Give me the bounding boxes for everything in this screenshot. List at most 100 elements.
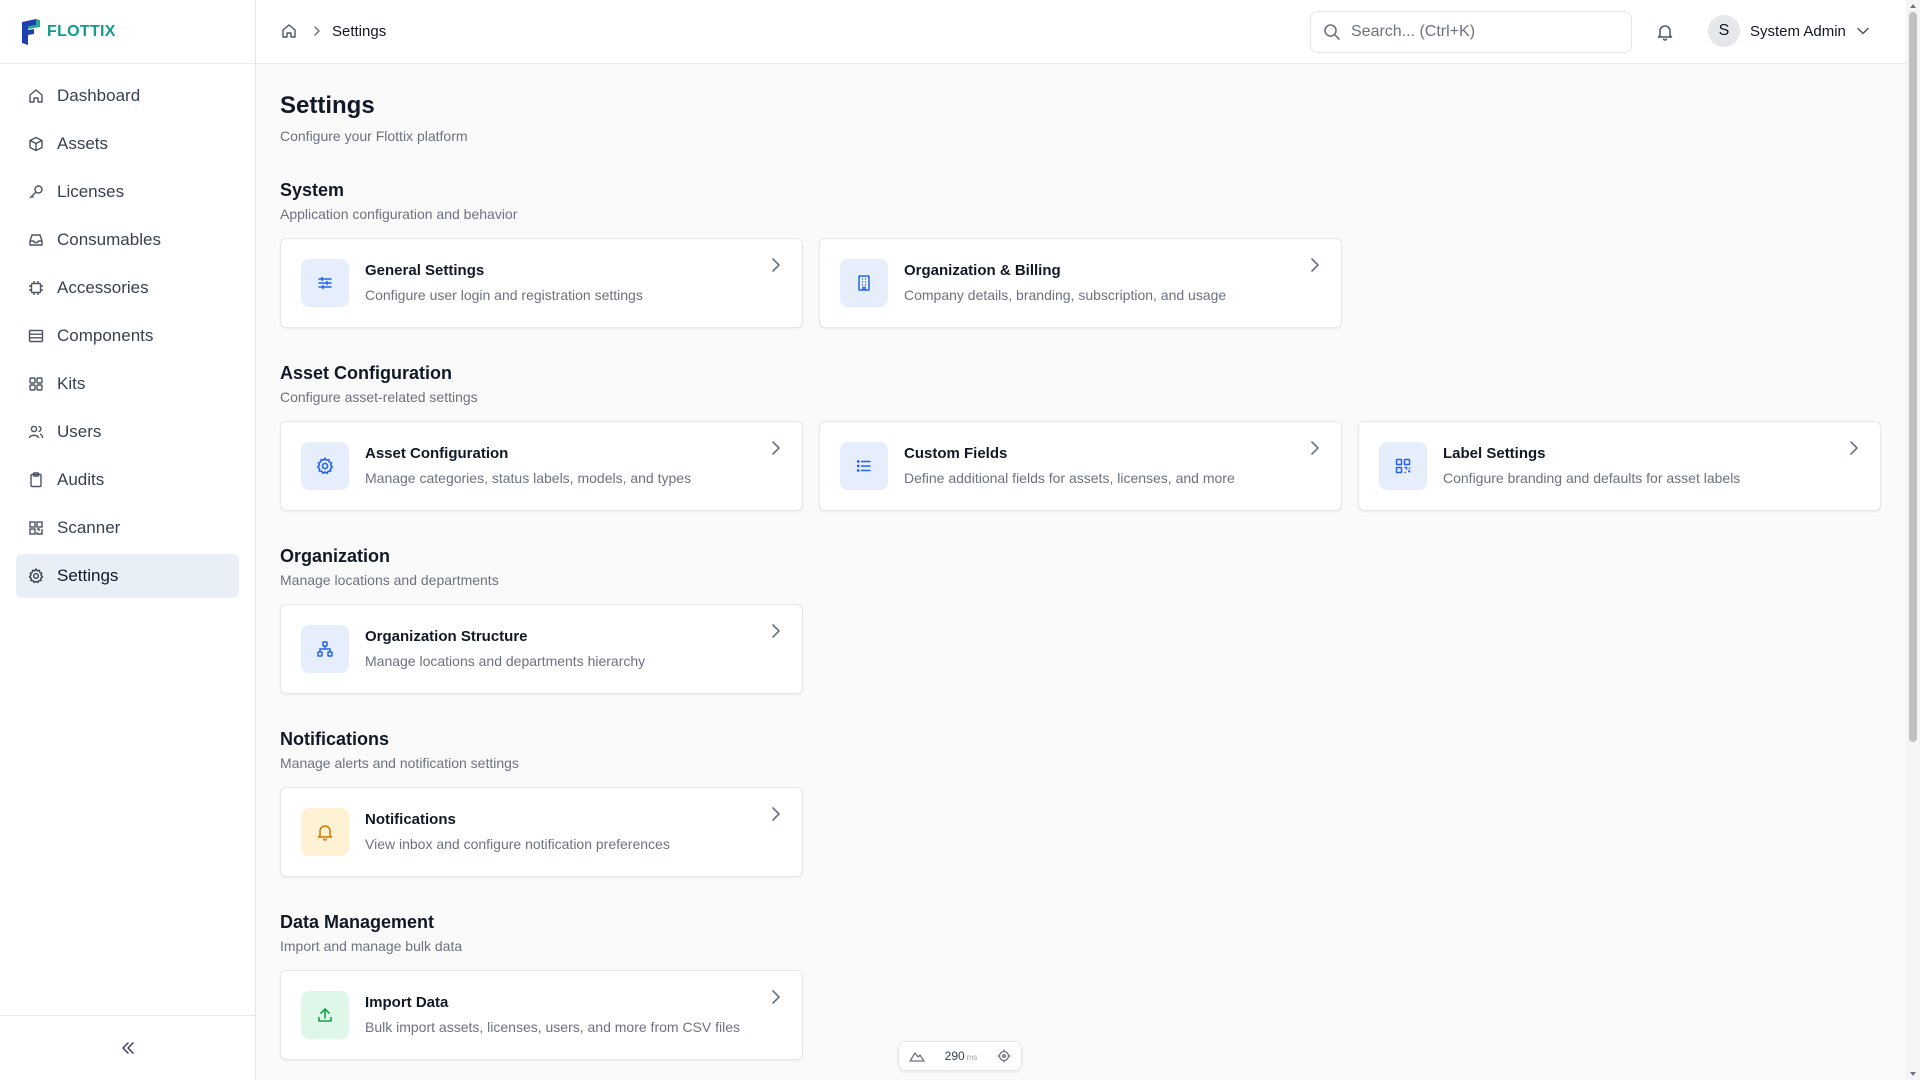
card-description: Bulk import assets, licenses, users, and…	[365, 1019, 741, 1035]
key-icon	[27, 183, 45, 201]
section-description: Manage locations and departments	[280, 572, 499, 588]
section-title: Data Management	[280, 912, 435, 932]
sidebar-item-components[interactable]: Components	[16, 314, 239, 358]
sidebar-item-settings[interactable]: Settings	[16, 554, 239, 598]
chevron-right-icon	[1309, 257, 1321, 273]
organization-billing-card[interactable]: Organization & Billing Company details, …	[819, 238, 1342, 328]
card-description: Define additional fields for assets, lic…	[904, 470, 1235, 486]
sidebar-item-label: Dashboard	[57, 86, 141, 105]
card-title: Custom Fields	[904, 445, 1008, 462]
card-title: Import Data	[365, 994, 449, 1011]
chevrons-left-icon	[121, 1042, 134, 1054]
sidebar-item-kits[interactable]: Kits	[16, 362, 239, 406]
cpu-icon	[27, 279, 45, 297]
search-input[interactable]	[1351, 23, 1621, 41]
general-settings-card[interactable]: General Settings Configure user login an…	[280, 238, 803, 328]
card-description: Configure branding and defaults for asse…	[1443, 470, 1741, 486]
sidebar-item-label: Users	[57, 422, 102, 441]
label-settings-card[interactable]: Label Settings Configure branding and de…	[1358, 421, 1881, 511]
section-title: Notifications	[280, 729, 390, 749]
notifications-button[interactable]	[1653, 20, 1677, 44]
chevron-right-icon	[770, 623, 782, 639]
card-title: General Settings	[365, 262, 485, 279]
brand[interactable]: FLOTTIX	[0, 0, 255, 64]
bell-icon	[301, 808, 349, 856]
card-description: Manage locations and departments hierarc…	[365, 653, 646, 669]
card-description: View inbox and configure notification pr…	[365, 836, 670, 852]
sidebar-footer	[0, 1015, 255, 1080]
sidebar-item-assets[interactable]: Assets	[16, 122, 239, 166]
page-subtitle: Configure your Flottix platform	[280, 128, 468, 144]
sidebar-item-consumables[interactable]: Consumables	[16, 218, 239, 262]
server-icon	[27, 327, 45, 345]
chevron-right-icon	[770, 989, 782, 1005]
dev-performance-badge[interactable]: 290 ms	[898, 1041, 1022, 1071]
import-data-card[interactable]: Import Data Bulk import assets, licenses…	[280, 970, 803, 1060]
chevron-down-icon	[1856, 24, 1870, 38]
notifications-card[interactable]: Notifications View inbox and configure n…	[280, 787, 803, 877]
organization-structure-card[interactable]: Organization Structure Manage locations …	[280, 604, 803, 694]
sidebar-item-label: Consumables	[57, 230, 161, 249]
sidebar-item-label: Components	[57, 326, 154, 345]
qr-code-icon	[1379, 442, 1427, 490]
qr-scan-icon	[27, 519, 45, 537]
avatar: S	[1708, 15, 1740, 47]
cube-icon	[27, 135, 45, 153]
section-description: Manage alerts and notification settings	[280, 755, 519, 771]
asset-configuration-card[interactable]: Asset Configuration Manage categories, s…	[280, 421, 803, 511]
render-time: 290 ms	[944, 1049, 978, 1063]
card-description: Company details, branding, subscription,…	[904, 287, 1227, 303]
gear-icon	[27, 567, 45, 585]
scroll-down-arrow-icon[interactable]	[1909, 1070, 1917, 1078]
sidebar-item-users[interactable]: Users	[16, 410, 239, 454]
clipboard-icon	[27, 471, 45, 489]
user-menu[interactable]: S System Admin	[1708, 15, 1870, 47]
custom-fields-card[interactable]: Custom Fields Define additional fields f…	[819, 421, 1342, 511]
card-title: Organization Structure	[365, 628, 528, 645]
scroll-up-arrow-icon[interactable]	[1909, 2, 1917, 10]
chevron-right-icon	[1848, 440, 1860, 456]
sidebar-item-label: Licenses	[57, 182, 125, 201]
chevron-right-icon	[1309, 440, 1321, 456]
breadcrumb-current: Settings	[332, 22, 387, 40]
chevron-right-icon	[770, 257, 782, 273]
sidebar-item-dashboard[interactable]: Dashboard	[16, 74, 239, 118]
crosshair-icon	[997, 1049, 1011, 1063]
section-data-management: Data Management Import and manage bulk d…	[280, 912, 1906, 1060]
breadcrumb-home-link[interactable]	[280, 22, 298, 40]
sliders-icon	[301, 259, 349, 307]
inbox-icon	[27, 231, 45, 249]
card-title: Organization & Billing	[904, 262, 1061, 279]
card-title: Asset Configuration	[365, 445, 509, 462]
bell-icon	[1657, 25, 1673, 41]
sidebar-item-licenses[interactable]: Licenses	[16, 170, 239, 214]
section-description: Application configuration and behavior	[280, 206, 518, 222]
section-notifications: Notifications Manage alerts and notifica…	[280, 729, 1906, 877]
upload-icon	[301, 991, 349, 1039]
gear-icon	[301, 442, 349, 490]
building-icon	[840, 259, 888, 307]
chevron-right-icon	[770, 440, 782, 456]
sidebar-item-label: Assets	[57, 134, 109, 153]
user-name: System Admin	[1750, 22, 1846, 40]
search-box[interactable]	[1310, 11, 1632, 53]
section-title: Asset Configuration	[280, 363, 453, 383]
page-scrollbar[interactable]	[1906, 0, 1920, 1080]
section-description: Import and manage bulk data	[280, 938, 463, 954]
card-title: Label Settings	[1443, 445, 1546, 462]
sidebar-item-audits[interactable]: Audits	[16, 458, 239, 502]
card-description: Configure user login and registration se…	[365, 287, 643, 303]
chevron-right-icon	[312, 25, 322, 37]
section-organization: Organization Manage locations and depart…	[280, 546, 1906, 694]
collapse-sidebar-button[interactable]	[113, 1033, 143, 1063]
sidebar-item-scanner[interactable]: Scanner	[16, 506, 239, 550]
top-header: Settings S System Admin	[256, 0, 1906, 64]
sidebar-item-label: Accessories	[57, 278, 149, 297]
grid-icon	[27, 375, 45, 393]
scrollbar-thumb[interactable]	[1909, 12, 1917, 742]
network-icon	[301, 625, 349, 673]
sidebar-item-label: Scanner	[57, 518, 121, 537]
users-icon	[27, 423, 45, 441]
sidebar-item-accessories[interactable]: Accessories	[16, 266, 239, 310]
card-description: Manage categories, status labels, models…	[365, 470, 692, 486]
